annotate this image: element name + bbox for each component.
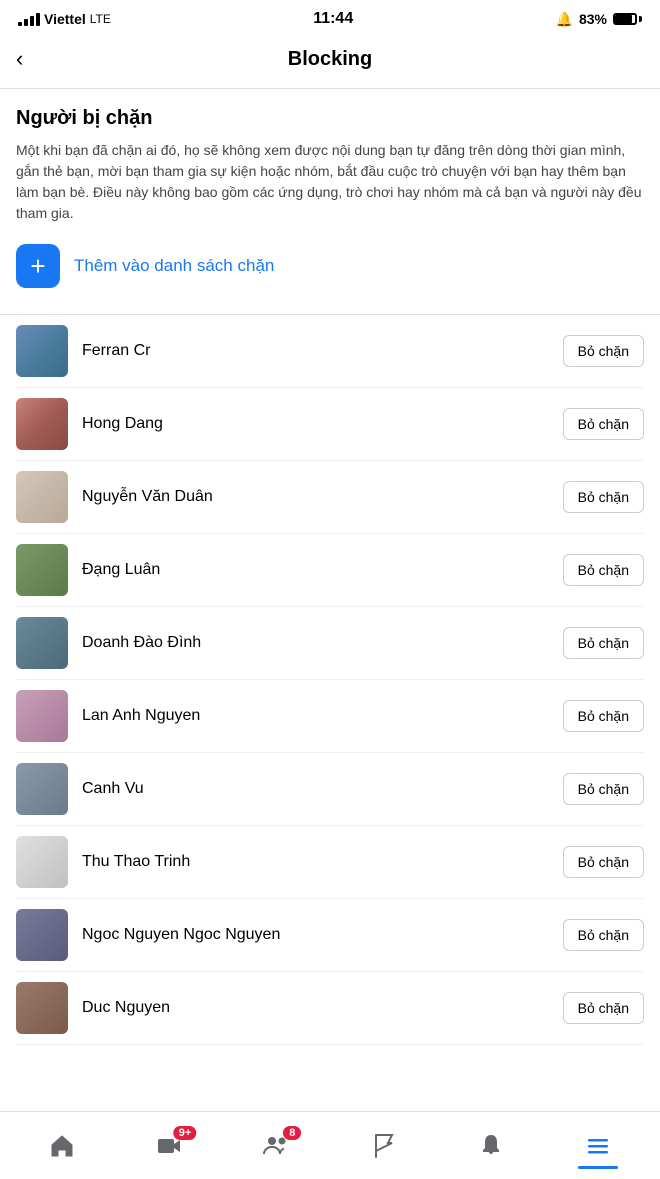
avatar bbox=[16, 617, 68, 669]
unblock-button[interactable]: Bỏ chặn bbox=[563, 992, 644, 1024]
unblock-button[interactable]: Bỏ chặn bbox=[563, 700, 644, 732]
unblock-button[interactable]: Bỏ chặn bbox=[563, 773, 644, 805]
menu-icon bbox=[584, 1132, 612, 1160]
person-name: Duc Nguyen bbox=[82, 999, 563, 1017]
avatar bbox=[16, 471, 68, 523]
avatar bbox=[16, 763, 68, 815]
avatar bbox=[16, 909, 68, 961]
unblock-button[interactable]: Bỏ chặn bbox=[563, 919, 644, 951]
avatar bbox=[16, 690, 68, 742]
section-title: Người bị chặn bbox=[16, 107, 644, 130]
nav-video[interactable]: 9+ bbox=[115, 1124, 222, 1168]
person-name: Ferran Cr bbox=[82, 342, 563, 360]
status-time: 11:44 bbox=[313, 10, 353, 28]
avatar bbox=[16, 544, 68, 596]
battery-percent: 83% bbox=[579, 11, 607, 27]
unblock-button[interactable]: Bỏ chặn bbox=[563, 481, 644, 513]
block-list-item: Ngoc Nguyen Ngoc NguyenBỏ chặn bbox=[16, 899, 644, 972]
unblock-button[interactable]: Bỏ chặn bbox=[563, 627, 644, 659]
friends-badge: 8 bbox=[283, 1126, 301, 1140]
add-block-label: Thêm vào danh sách chặn bbox=[74, 256, 274, 276]
unblock-button[interactable]: Bỏ chặn bbox=[563, 408, 644, 440]
person-name: Hong Dang bbox=[82, 415, 563, 433]
status-right: 🔔 83% bbox=[556, 11, 642, 28]
status-bar: Viettel LTE 11:44 🔔 83% bbox=[0, 0, 660, 34]
page-title: Blocking bbox=[288, 48, 372, 71]
block-list-item: Lan Anh NguyenBỏ chặn bbox=[16, 680, 644, 753]
nav-menu[interactable] bbox=[545, 1124, 652, 1168]
alarm-icon: 🔔 bbox=[556, 11, 573, 28]
block-list-item: Duc NguyenBỏ chặn bbox=[16, 972, 644, 1045]
network-label: LTE bbox=[90, 12, 111, 26]
bell-icon bbox=[477, 1132, 505, 1160]
block-list-item: Hong DangBỏ chặn bbox=[16, 388, 644, 461]
avatar bbox=[16, 398, 68, 450]
avatar bbox=[16, 982, 68, 1034]
block-list-item: Đạng LuânBỏ chặn bbox=[16, 534, 644, 607]
unblock-button[interactable]: Bỏ chặn bbox=[563, 554, 644, 586]
nav-notifications[interactable] bbox=[437, 1124, 544, 1168]
person-name: Thu Thao Trinh bbox=[82, 853, 563, 871]
nav-flag[interactable] bbox=[330, 1124, 437, 1168]
avatar bbox=[16, 836, 68, 888]
signal-icon bbox=[18, 13, 40, 26]
nav-home[interactable] bbox=[8, 1124, 115, 1168]
person-name: Lan Anh Nguyen bbox=[82, 707, 563, 725]
person-name: Đạng Luân bbox=[82, 561, 563, 579]
add-to-block-list-row[interactable]: + Thêm vào danh sách chặn bbox=[16, 244, 644, 296]
person-name: Ngoc Nguyen Ngoc Nguyen bbox=[82, 926, 563, 944]
section-description: Một khi bạn đã chặn ai đó, họ sẽ không x… bbox=[16, 140, 644, 224]
status-left: Viettel LTE bbox=[18, 11, 111, 27]
avatar bbox=[16, 325, 68, 377]
person-name: Canh Vu bbox=[82, 780, 563, 798]
header: ‹ Blocking bbox=[0, 34, 660, 89]
person-name: Nguyễn Văn Duân bbox=[82, 488, 563, 506]
active-indicator bbox=[578, 1166, 618, 1169]
block-list-item: Doanh Đào ĐìnhBỏ chặn bbox=[16, 607, 644, 680]
block-list-item: Thu Thao TrinhBỏ chặn bbox=[16, 826, 644, 899]
bottom-navigation: 9+ 8 bbox=[0, 1111, 660, 1179]
home-icon bbox=[48, 1132, 76, 1160]
nav-friends[interactable]: 8 bbox=[223, 1124, 330, 1168]
video-badge: 9+ bbox=[174, 1126, 197, 1140]
content: Người bị chặn Một khi bạn đã chặn ai đó,… bbox=[0, 89, 660, 1045]
block-list-item: Canh VuBỏ chặn bbox=[16, 753, 644, 826]
flag-icon bbox=[370, 1132, 398, 1160]
battery-icon bbox=[613, 13, 642, 25]
carrier-label: Viettel bbox=[44, 11, 86, 27]
person-name: Doanh Đào Đình bbox=[82, 634, 563, 652]
block-list-item: Ferran CrBỏ chặn bbox=[16, 315, 644, 388]
block-list-item: Nguyễn Văn DuânBỏ chặn bbox=[16, 461, 644, 534]
block-list: Ferran CrBỏ chặnHong DangBỏ chặnNguyễn V… bbox=[16, 315, 644, 1045]
unblock-button[interactable]: Bỏ chặn bbox=[563, 846, 644, 878]
unblock-button[interactable]: Bỏ chặn bbox=[563, 335, 644, 367]
back-button[interactable]: ‹ bbox=[16, 44, 31, 74]
add-icon: + bbox=[16, 244, 60, 288]
